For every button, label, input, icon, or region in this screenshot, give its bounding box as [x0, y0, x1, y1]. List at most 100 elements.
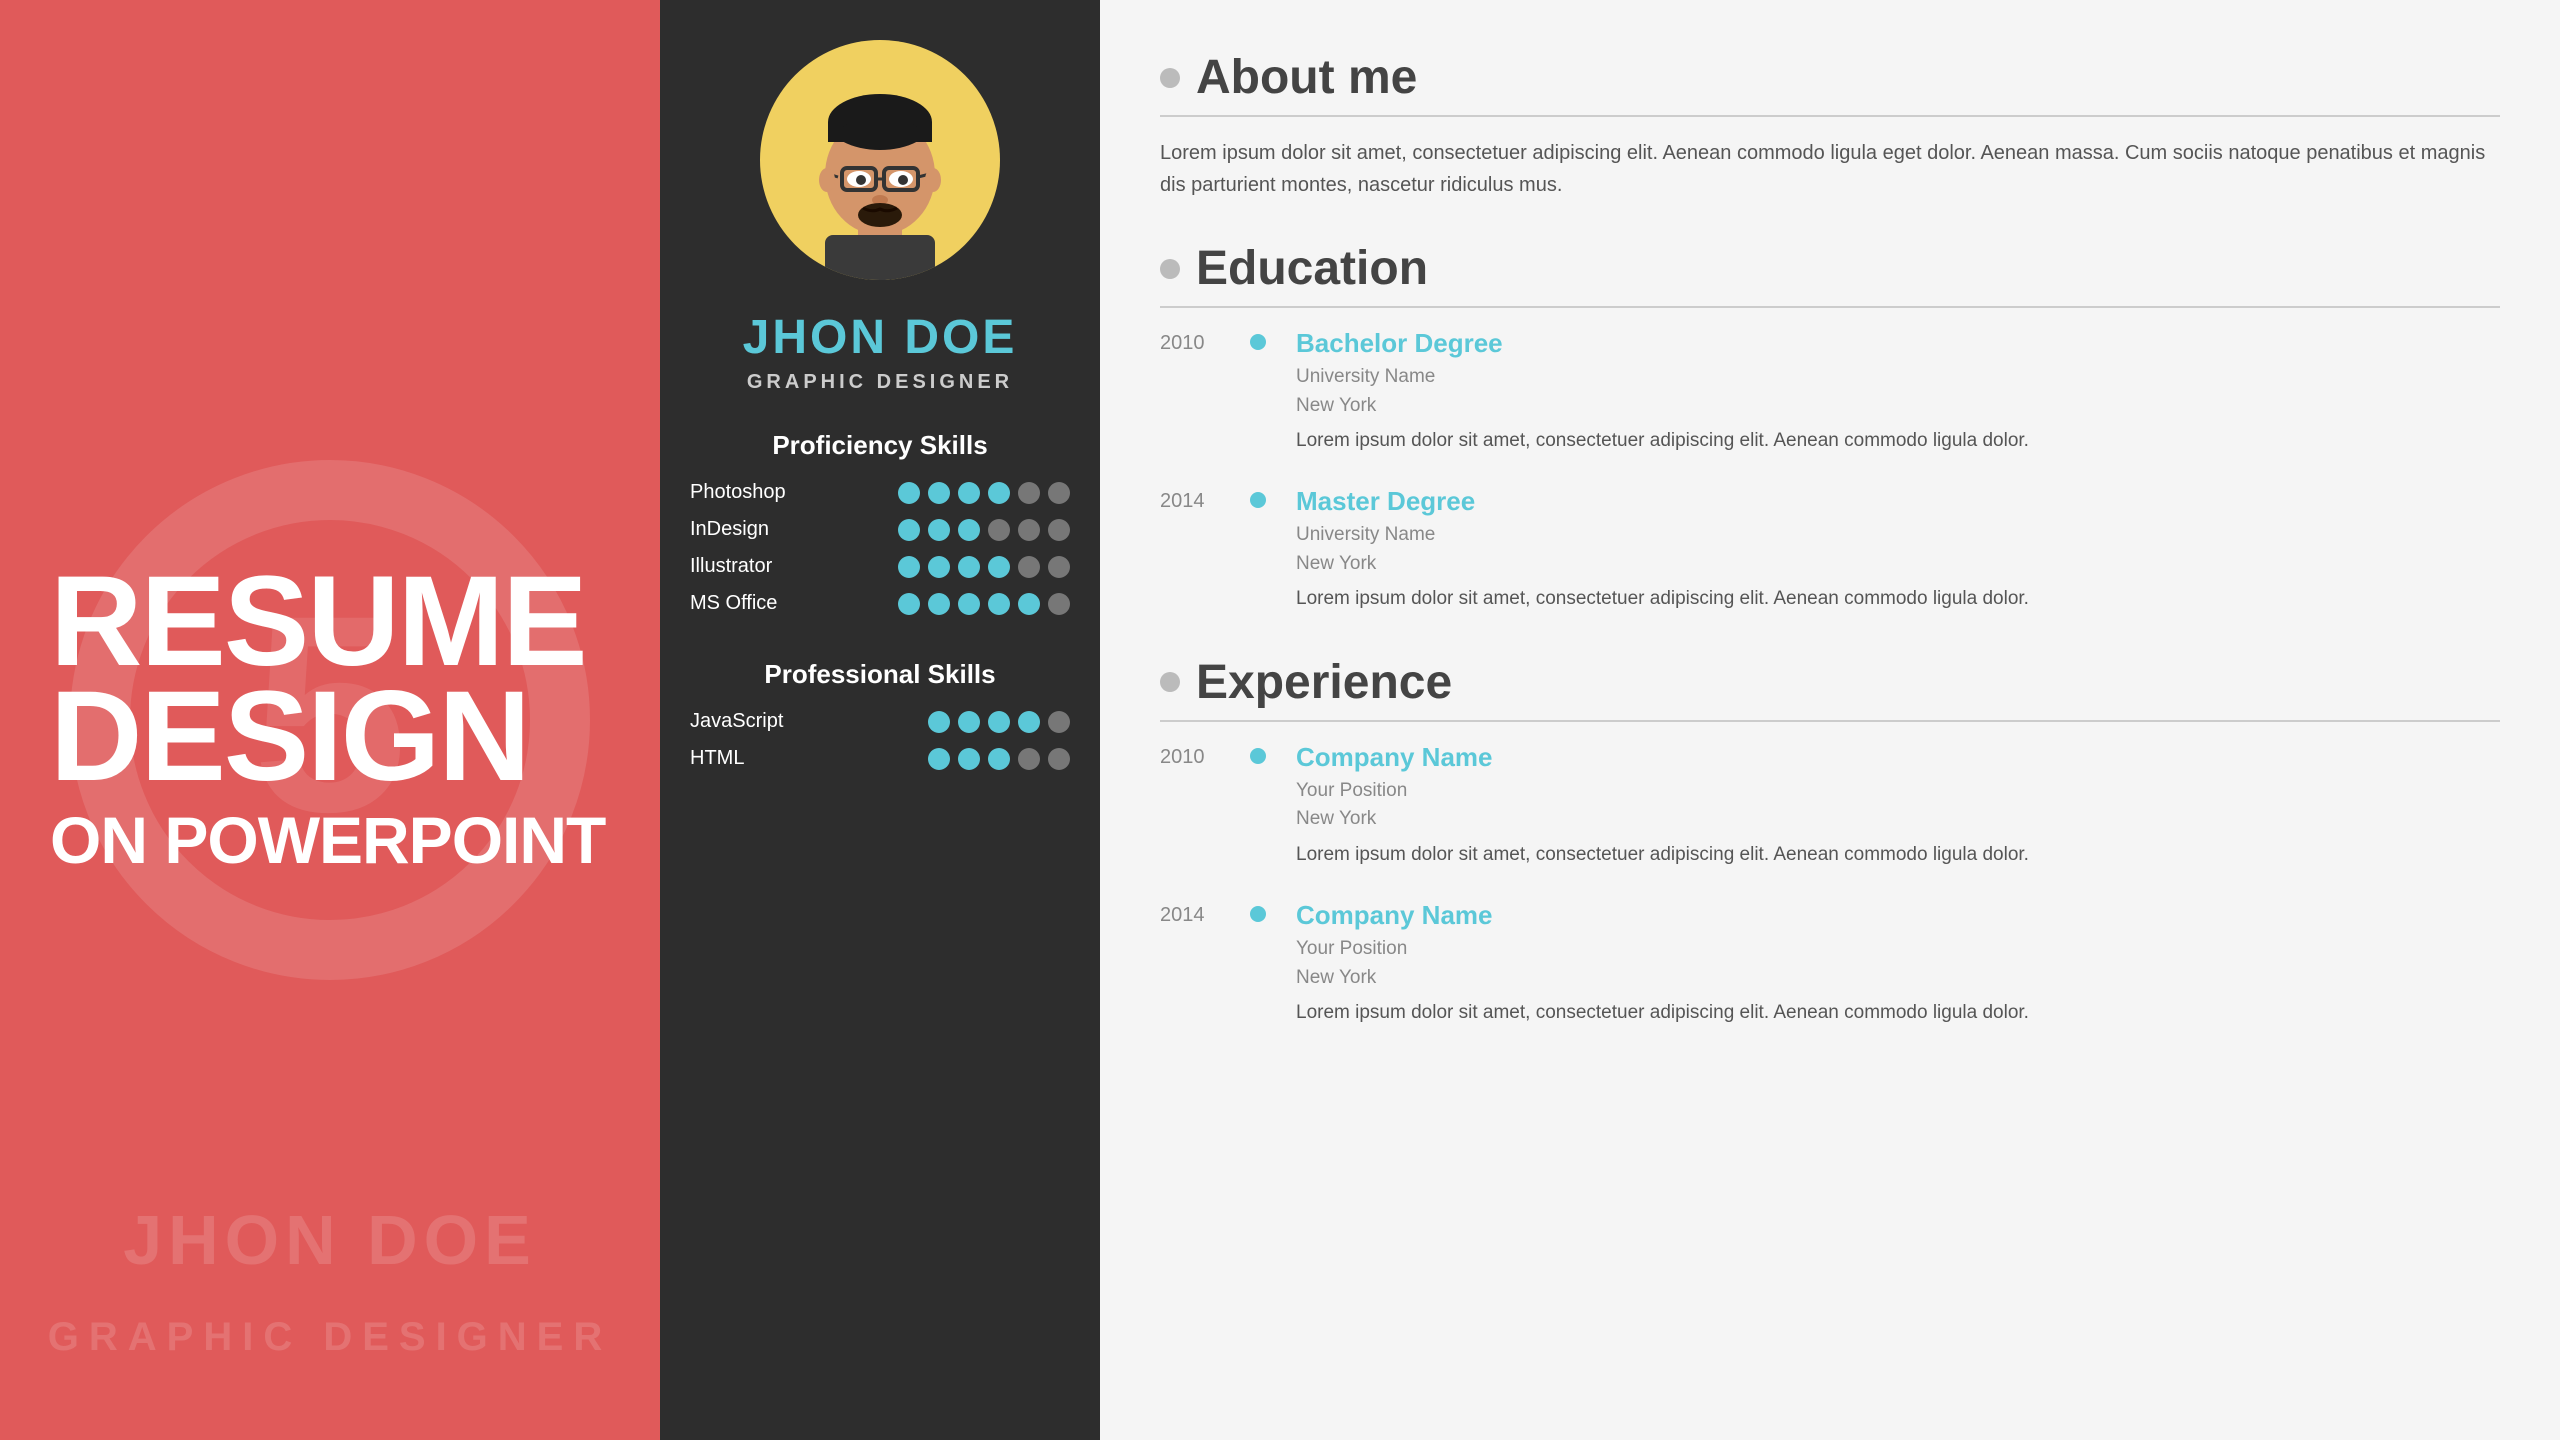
- dot-empty: [1018, 519, 1040, 541]
- timeline-sub: Your PositionNew York: [1296, 777, 2500, 834]
- timeline-dot: [1250, 906, 1266, 922]
- experience-items: 2010 Company Name Your PositionNew York …: [1160, 742, 2500, 1029]
- title-line4: ON POWERPOINT: [50, 804, 610, 877]
- title-line2: DESIGN: [50, 679, 610, 794]
- about-me-dot: [1160, 68, 1180, 88]
- dot-filled: [988, 593, 1010, 615]
- watermark-title: GRAPHIC DESIGNER: [0, 1315, 660, 1360]
- skill-dots: [928, 711, 1070, 733]
- timeline-content: Bachelor Degree University NameNew York …: [1296, 328, 2500, 456]
- professional-skills-list: JavaScript HTML: [690, 710, 1070, 784]
- education-items: 2010 Bachelor Degree University NameNew …: [1160, 328, 2500, 615]
- timeline-dot: [1250, 748, 1266, 764]
- dot-filled: [1018, 711, 1040, 733]
- right-panel: About me Lorem ipsum dolor sit amet, con…: [1100, 0, 2560, 1440]
- timeline-content: Company Name Your PositionNew York Lorem…: [1296, 900, 2500, 1028]
- middle-panel: JHON DOE GRAPHIC DESIGNER Proficiency Sk…: [660, 0, 1100, 1440]
- skill-name: Photoshop: [690, 481, 830, 504]
- professional-skills-heading: Professional Skills: [690, 659, 1070, 690]
- dot-filled: [928, 556, 950, 578]
- dot-empty: [1018, 556, 1040, 578]
- timeline-year: 2010: [1160, 742, 1220, 870]
- dot-filled: [958, 519, 980, 541]
- experience-header: Experience: [1160, 655, 2500, 722]
- skill-name: JavaScript: [690, 710, 830, 733]
- timeline-item: 2014 Company Name Your PositionNew York …: [1160, 900, 2500, 1028]
- main-title: RESUME DESIGN ON POWERPOINT: [50, 564, 610, 877]
- proficiency-skills-list: Photoshop InDesign Illustrator MS Office: [690, 481, 1070, 629]
- avatar-svg: [770, 60, 990, 280]
- timeline-desc: Lorem ipsum dolor sit amet, consectetuer…: [1296, 426, 2500, 456]
- person-title: GRAPHIC DESIGNER: [747, 371, 1013, 394]
- dot-empty: [1048, 711, 1070, 733]
- skill-name: Illustrator: [690, 555, 830, 578]
- about-me-section: About me Lorem ipsum dolor sit amet, con…: [1160, 50, 2500, 201]
- dot-filled: [958, 711, 980, 733]
- timeline-sub: Your PositionNew York: [1296, 935, 2500, 992]
- timeline-desc: Lorem ipsum dolor sit amet, consectetuer…: [1296, 584, 2500, 614]
- timeline-year: 2014: [1160, 486, 1220, 614]
- timeline-dot: [1250, 334, 1266, 350]
- skill-dots: [898, 519, 1070, 541]
- dot-filled: [988, 482, 1010, 504]
- title-line1: RESUME: [50, 564, 610, 679]
- timeline-heading: Master Degree: [1296, 486, 2500, 517]
- timeline-heading: Bachelor Degree: [1296, 328, 2500, 359]
- dot-empty: [1018, 748, 1040, 770]
- dot-filled: [958, 593, 980, 615]
- dot-filled: [1018, 593, 1040, 615]
- dot-filled: [988, 748, 1010, 770]
- dot-filled: [958, 482, 980, 504]
- timeline-desc: Lorem ipsum dolor sit amet, consectetuer…: [1296, 998, 2500, 1028]
- skill-row: Photoshop: [690, 481, 1070, 504]
- education-dot: [1160, 259, 1180, 279]
- skill-row: JavaScript: [690, 710, 1070, 733]
- dot-filled: [958, 748, 980, 770]
- timeline-content: Master Degree University NameNew York Lo…: [1296, 486, 2500, 614]
- person-name: JHON DOE: [743, 310, 1018, 365]
- about-me-header: About me: [1160, 50, 2500, 117]
- dot-empty: [1048, 556, 1070, 578]
- dot-filled: [898, 482, 920, 504]
- dot-filled: [988, 556, 1010, 578]
- proficiency-skills-heading: Proficiency Skills: [690, 430, 1070, 461]
- dot-filled: [958, 556, 980, 578]
- skill-dots: [928, 748, 1070, 770]
- timeline-year: 2014: [1160, 900, 1220, 1028]
- dot-filled: [898, 519, 920, 541]
- timeline-item: 2014 Master Degree University NameNew Yo…: [1160, 486, 2500, 614]
- timeline-dot: [1250, 492, 1266, 508]
- dot-filled: [928, 519, 950, 541]
- avatar: [760, 40, 1000, 280]
- education-title: Education: [1196, 241, 1428, 296]
- timeline-heading: Company Name: [1296, 900, 2500, 931]
- skill-dots: [898, 556, 1070, 578]
- dot-filled: [898, 593, 920, 615]
- skill-dots: [898, 593, 1070, 615]
- dot-filled: [988, 711, 1010, 733]
- dot-empty: [988, 519, 1010, 541]
- skill-row: MS Office: [690, 592, 1070, 615]
- about-me-body: Lorem ipsum dolor sit amet, consectetuer…: [1160, 137, 2500, 201]
- experience-dot: [1160, 672, 1180, 692]
- experience-title: Experience: [1196, 655, 1452, 710]
- dot-filled: [898, 556, 920, 578]
- left-panel: 5 RESUME DESIGN ON POWERPOINT JHON DOE G…: [0, 0, 660, 1440]
- about-me-title: About me: [1196, 50, 1417, 105]
- skill-name: InDesign: [690, 518, 830, 541]
- timeline-desc: Lorem ipsum dolor sit amet, consectetuer…: [1296, 840, 2500, 870]
- dot-empty: [1048, 593, 1070, 615]
- dot-filled: [928, 482, 950, 504]
- timeline-item: 2010 Company Name Your PositionNew York …: [1160, 742, 2500, 870]
- education-header: Education: [1160, 241, 2500, 308]
- skill-row: Illustrator: [690, 555, 1070, 578]
- skill-name: HTML: [690, 747, 830, 770]
- timeline-heading: Company Name: [1296, 742, 2500, 773]
- skill-row: HTML: [690, 747, 1070, 770]
- dot-filled: [928, 711, 950, 733]
- timeline-sub: University NameNew York: [1296, 363, 2500, 420]
- dot-empty: [1048, 519, 1070, 541]
- dot-filled: [928, 593, 950, 615]
- education-section: Education 2010 Bachelor Degree Universit…: [1160, 241, 2500, 615]
- skill-row: InDesign: [690, 518, 1070, 541]
